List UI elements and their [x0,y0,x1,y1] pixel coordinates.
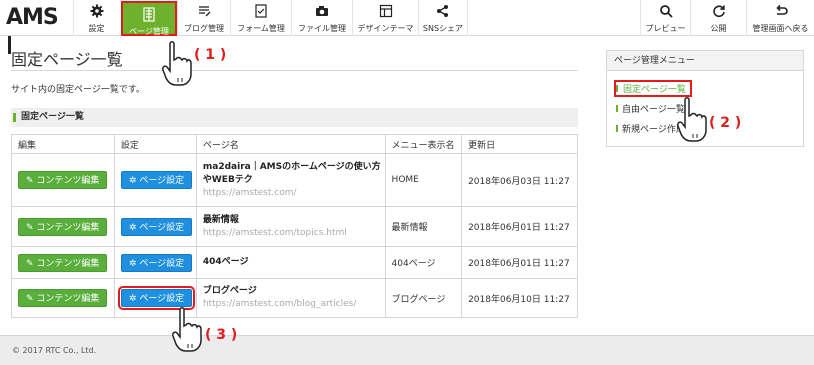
camera-icon [292,4,352,22]
pointing-hand-icon [172,307,202,352]
blog-icon [178,4,230,22]
gear-icon [74,4,119,22]
pointing-hand-icon [162,41,192,86]
sidebar-item-fixed-pages[interactable]: 固定ページ一覧 [614,80,692,97]
menu-display-name: HOME [384,153,463,207]
table-row: ✎ コンテンツ編集 ✲ ページ設定 404ページ 404ページ 2018年06月… [11,246,578,279]
toolbar-file-management[interactable]: ファイル管理 [291,0,352,36]
page-icon [123,7,175,25]
toolbar-preview-label: プレビュー [645,24,686,33]
page-name: 最新情報 [202,214,239,225]
col-header-menu-name: メニュー表示名 [384,134,463,154]
edit-content-button[interactable]: ✎ コンテンツ編集 [18,289,108,307]
toolbar-back-to-admin-label: 管理画面へ戻る [752,24,809,33]
toolbar-design-theme[interactable]: デザインテーマ [352,0,418,36]
ams-logo[interactable]: AMS [6,4,62,54]
col-header-edit: 編集 [11,134,115,154]
table-row: ✎ コンテンツ編集 ✲ ページ設定 ma2daira｜AMSのホームページの使い… [11,153,578,207]
annotation-step-3: ( 3 ) [205,327,238,343]
theme-icon [353,4,418,22]
toolbar-sns-share-label: SNSシェア [422,24,464,33]
page-name: 404ページ [202,257,249,267]
toolbar-back-to-admin[interactable]: 管理画面へ戻る [746,0,814,36]
col-header-settings: 設定 [113,134,197,154]
page-name: ma2daira｜AMSのホームページの使い方やWEBテク [202,161,381,185]
toolbar-preview[interactable]: プレビュー [640,0,690,36]
toolbar-page-management[interactable]: ページ管理 [121,1,177,36]
toolbar-sns-share[interactable]: SNSシェア [418,0,468,36]
toolbar-design-theme-label: デザインテーマ [357,24,414,33]
form-icon [231,4,291,22]
toolbar-settings[interactable]: 設定 [73,0,119,36]
page-name: ブログページ [202,286,257,296]
top-toolbar: AMS 設定 ページ管理 ブログ管理 フォーム管理 ファイル管理 デザインテーマ… [0,0,814,54]
toolbar-publish-label: 公開 [710,24,727,33]
updated-date: 2018年06月01日 11:27 [461,206,578,247]
menu-display-name: 404ページ [384,246,463,279]
side-menu-title: ページ管理メニュー [607,51,803,71]
title-divider [11,70,578,71]
search-icon [641,4,690,22]
col-header-page-name: ページ名 [195,134,386,154]
table-header-row: 編集 設定 ページ名 メニュー表示名 更新日 [11,134,578,154]
page-url: https://amstest.com/ [202,187,297,198]
updated-date: 2018年06月01日 11:27 [461,246,578,279]
pointing-hand-icon [677,97,707,142]
return-icon [747,4,814,22]
toolbar-blog-management[interactable]: ブログ管理 [177,0,230,36]
share-icon [419,4,467,22]
updated-date: 2018年06月10日 11:27 [461,278,578,318]
footer-copyright: © 2017 RTC Co., Ltd. [0,335,814,365]
toolbar-blog-management-label: ブログ管理 [184,24,224,33]
edit-content-button[interactable]: ✎ コンテンツ編集 [18,217,108,236]
edit-content-button[interactable]: ✎ コンテンツ編集 [18,253,108,272]
toolbar-form-management[interactable]: フォーム管理 [230,0,291,36]
toolbar-page-management-label: ページ管理 [129,27,169,36]
page-settings-button[interactable]: ✲ ページ設定 [120,217,193,236]
updated-date: 2018年06月03日 11:27 [461,153,578,207]
annotation-step-2: ( 2 ) [709,115,742,131]
page-settings-button[interactable]: ✲ ページ設定 [120,171,193,189]
page-title: 固定ページ一覧 [11,50,123,69]
toolbar-file-management-label: ファイル管理 [298,24,346,33]
refresh-icon [691,4,746,22]
menu-display-name: ブログページ [384,278,463,318]
toolbar-publish[interactable]: 公開 [690,0,746,36]
toolbar-settings-label: 設定 [88,24,105,33]
page-url: https://amstest.com/blog_articles/ [202,299,357,309]
section-heading: 固定ページ一覧 [11,108,578,127]
edit-content-button[interactable]: ✎ コンテンツ編集 [18,171,108,189]
table-row: ✎ コンテンツ編集 ✲ ページ設定 ブログページ https://amstest.… [11,278,578,318]
page-description: サイト内の固定ページ一覧です。 [11,85,145,95]
toolbar-form-management-label: フォーム管理 [237,24,285,33]
table-row: ✎ コンテンツ編集 ✲ ページ設定 最新情報 https://amstest.co… [11,206,578,247]
page-url: https://amstest.com/topics.html [202,227,347,238]
fixed-pages-table: 編集 設定 ページ名 メニュー表示名 更新日 ✎ コンテンツ編集 ✲ ページ設定… [11,134,578,318]
menu-display-name: 最新情報 [384,206,463,247]
page-settings-button[interactable]: ✲ ページ設定 [120,253,193,272]
annotation-step-1: ( 1 ) [194,47,227,63]
page-settings-button-highlighted[interactable]: ✲ ページ設定 [117,286,196,310]
col-header-updated: 更新日 [461,134,578,154]
